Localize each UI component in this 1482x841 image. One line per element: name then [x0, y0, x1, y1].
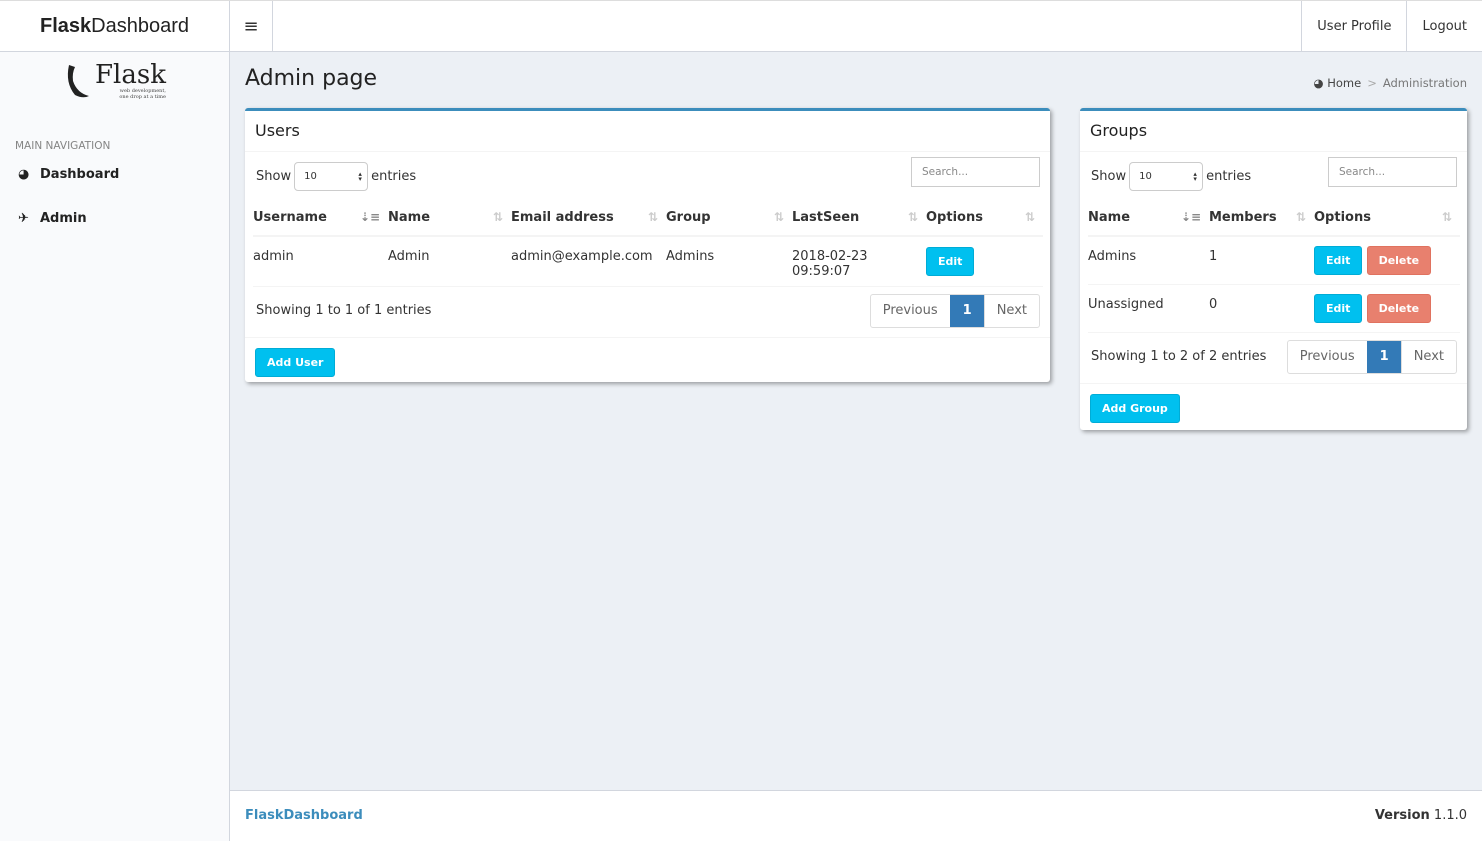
footer-brand-link[interactable]: FlaskDashboard	[245, 808, 363, 823]
users-title: Users	[245, 111, 1050, 152]
sort-asc-icon: ⇣≡	[1180, 210, 1201, 224]
sort-icon: ⇅	[492, 210, 503, 224]
users-table: Username ⇣≡ Name ⇅ Email address ⇅ Group ⇅ L…	[253, 200, 1043, 287]
sort-icon: ⇅	[1441, 210, 1452, 224]
plane-icon: ✈	[18, 210, 29, 226]
next-button[interactable]: Next	[1400, 340, 1456, 373]
sidebar-item-dashboard[interactable]: ◕ Dashboard	[0, 152, 229, 196]
col-name[interactable]: Name ⇣≡	[1088, 200, 1209, 237]
sidebar-toggle-button[interactable]: ≡	[230, 1, 273, 52]
content: Admin page ◕ Home > Administration Users S…	[230, 52, 1482, 790]
hamburger-icon: ≡	[243, 16, 259, 37]
delete-group-button[interactable]: Delete	[1366, 293, 1432, 323]
groups-table: Name ⇣≡ Members ⇅ Options ⇅ Admins 1 Edit D…	[1088, 200, 1460, 333]
col-group[interactable]: Group ⇅	[666, 200, 792, 237]
edit-group-button[interactable]: Edit	[1314, 245, 1363, 275]
groups-search-input[interactable]: Search...	[1328, 157, 1457, 187]
table-row: admin Admin admin@example.com Admins 201…	[253, 236, 1043, 287]
groups-length-select[interactable]: 10	[1129, 162, 1204, 191]
sort-asc-icon: ⇣≡	[359, 210, 380, 224]
horn-icon	[67, 65, 90, 98]
edit-user-button[interactable]: Edit	[926, 246, 975, 276]
footer: FlaskDashboard Version 1.1.0	[230, 790, 1482, 841]
groups-pagination: Previous 1 Next	[1286, 339, 1457, 374]
groups-info: Showing 1 to 2 of 2 entries	[1091, 348, 1267, 364]
sort-icon: ⇅	[773, 210, 784, 224]
col-lastseen[interactable]: LastSeen ⇅	[792, 200, 926, 237]
page-title: Admin page	[245, 66, 378, 91]
logout-link[interactable]: Logout	[1406, 1, 1482, 52]
page-1-button[interactable]: 1	[1366, 340, 1401, 373]
users-pagination: Previous 1 Next	[869, 293, 1040, 328]
delete-group-button[interactable]: Delete	[1366, 245, 1432, 275]
flask-logo: Flask web development, one drop at a time	[0, 60, 229, 102]
dashboard-icon: ◕	[18, 166, 30, 182]
breadcrumb: ◕ Home > Administration	[1313, 76, 1467, 90]
col-email[interactable]: Email address ⇅	[511, 200, 666, 237]
sort-icon: ⇅	[1024, 210, 1035, 224]
users-length-select[interactable]: 10	[294, 162, 369, 191]
next-button[interactable]: Next	[983, 294, 1039, 327]
top-navbar: Flask Dashboard ≡ User Profile Logout	[0, 0, 1482, 52]
groups-box: Groups Show10entries Search... Name⇣≡ Me…	[1080, 108, 1467, 430]
breadcrumb-home[interactable]: Home	[1327, 76, 1361, 90]
table-row: Admins 1 Edit Delete	[1088, 236, 1460, 285]
table-row: Unassigned 0 Edit Delete	[1088, 284, 1460, 333]
sort-icon: ⇅	[1295, 210, 1306, 224]
add-user-button[interactable]: Add User	[255, 347, 336, 377]
page-1-button[interactable]: 1	[949, 294, 984, 327]
brand-logo[interactable]: Flask Dashboard	[0, 1, 230, 52]
sort-icon: ⇅	[647, 210, 658, 224]
prev-button[interactable]: Previous	[871, 295, 950, 327]
add-group-button[interactable]: Add Group	[1090, 393, 1180, 423]
groups-title: Groups	[1080, 111, 1467, 152]
sort-icon: ⇅	[907, 210, 918, 224]
prev-button[interactable]: Previous	[1288, 341, 1367, 373]
users-info: Showing 1 to 1 of 1 entries	[256, 302, 432, 318]
col-members[interactable]: Members ⇅	[1209, 200, 1314, 237]
edit-group-button[interactable]: Edit	[1314, 293, 1363, 323]
sidebar: Flask web development, one drop at a time …	[0, 52, 230, 841]
users-search-input[interactable]: Search...	[911, 157, 1040, 187]
col-name[interactable]: Name ⇅	[388, 200, 511, 237]
nav-header: MAIN NAVIGATION	[15, 140, 111, 152]
dashboard-icon: ◕	[1313, 76, 1328, 90]
sidebar-item-admin[interactable]: ✈ Admin	[0, 196, 229, 240]
users-box: Users Show10entries Search... Username⇣≡…	[245, 108, 1050, 382]
col-options[interactable]: Options ⇅	[1314, 200, 1460, 237]
col-username[interactable]: Username ⇣≡	[253, 200, 388, 237]
col-options[interactable]: Options ⇅	[926, 200, 1043, 237]
user-profile-link[interactable]: User Profile	[1301, 1, 1406, 52]
